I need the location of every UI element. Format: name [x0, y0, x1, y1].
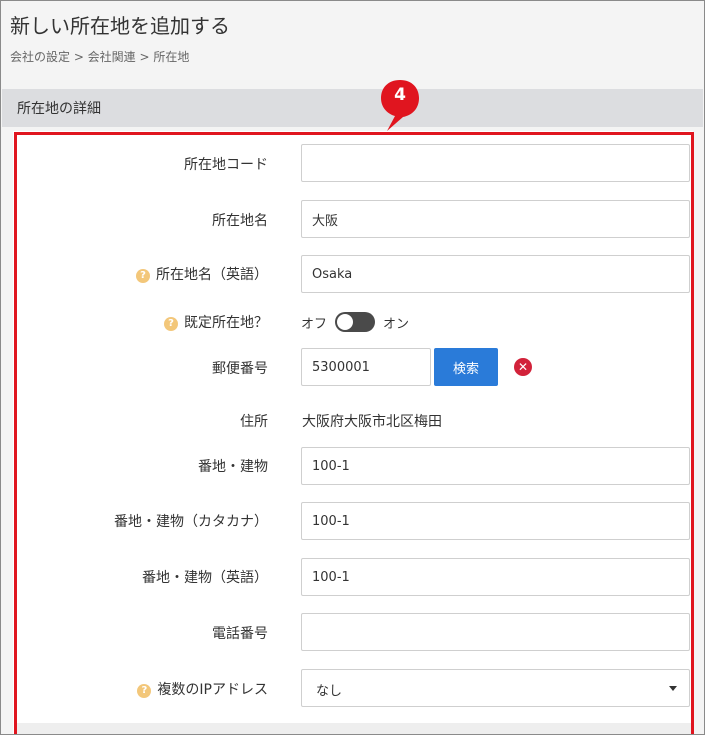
close-circle-icon[interactable]: ✕ — [514, 358, 532, 376]
question-circle-icon[interactable]: ? — [164, 317, 178, 331]
step-badge: 4 — [375, 77, 425, 131]
street-kana-input[interactable] — [301, 502, 690, 540]
location-name-en-label-row: ? 所在地名（英語） — [136, 264, 268, 284]
location-code-label: 所在地コード — [184, 157, 268, 173]
postal-code-label: 郵便番号 — [212, 361, 268, 377]
phone-input[interactable] — [301, 613, 690, 651]
location-name-en-input[interactable] — [301, 255, 690, 293]
street-kana-label: 番地・建物（カタカナ） — [114, 514, 268, 530]
toggle-knob — [337, 314, 354, 330]
section-header — [2, 89, 703, 127]
multiple-ip-label: 複数のIPアドレス — [157, 682, 268, 698]
phone-label: 電話番号 — [212, 626, 268, 642]
location-name-en-label: 所在地名（英語） — [156, 267, 268, 283]
street-input[interactable] — [301, 447, 690, 485]
step-badge-number: 4 — [394, 85, 406, 105]
toggle-off-label: オフ — [301, 316, 328, 332]
address-value: 大阪府大阪市北区梅田 — [302, 414, 442, 430]
location-name-label: 所在地名 — [212, 213, 268, 229]
caret-down-icon — [669, 686, 677, 691]
postal-code-input[interactable] — [301, 348, 431, 386]
postal-search-button[interactable]: 検索 — [434, 348, 498, 386]
default-location-toggle-row: オフ オン — [301, 311, 409, 333]
section-title: 所在地の詳細 — [17, 101, 101, 117]
street-en-label: 番地・建物（英語） — [142, 570, 268, 586]
multiple-ip-select[interactable]: なし — [301, 669, 690, 707]
app-window: 新しい所在地を追加する 会社の設定 > 会社関連 > 所在地 所在地の詳細 4 … — [0, 0, 705, 735]
question-circle-icon[interactable]: ? — [137, 684, 152, 698]
toggle-on-label: オン — [383, 316, 410, 332]
street-label: 番地・建物 — [198, 459, 268, 475]
multiple-ip-label-row: ? 複数のIPアドレス — [137, 679, 268, 699]
street-en-input[interactable] — [301, 558, 690, 596]
breadcrumb[interactable]: 会社の設定 > 会社関連 > 所在地 — [10, 48, 189, 65]
location-name-input[interactable] — [301, 200, 690, 238]
multiple-ip-selected-value: なし — [316, 684, 343, 699]
default-location-toggle[interactable] — [335, 312, 376, 332]
question-circle-icon[interactable]: ? — [136, 269, 150, 283]
location-code-input[interactable] — [301, 144, 690, 182]
address-label: 住所 — [240, 414, 268, 430]
default-location-label-row: ? 既定所在地？ — [164, 312, 268, 332]
page-title: 新しい所在地を追加する — [10, 14, 230, 38]
default-location-label: 既定所在地？ — [184, 315, 268, 331]
